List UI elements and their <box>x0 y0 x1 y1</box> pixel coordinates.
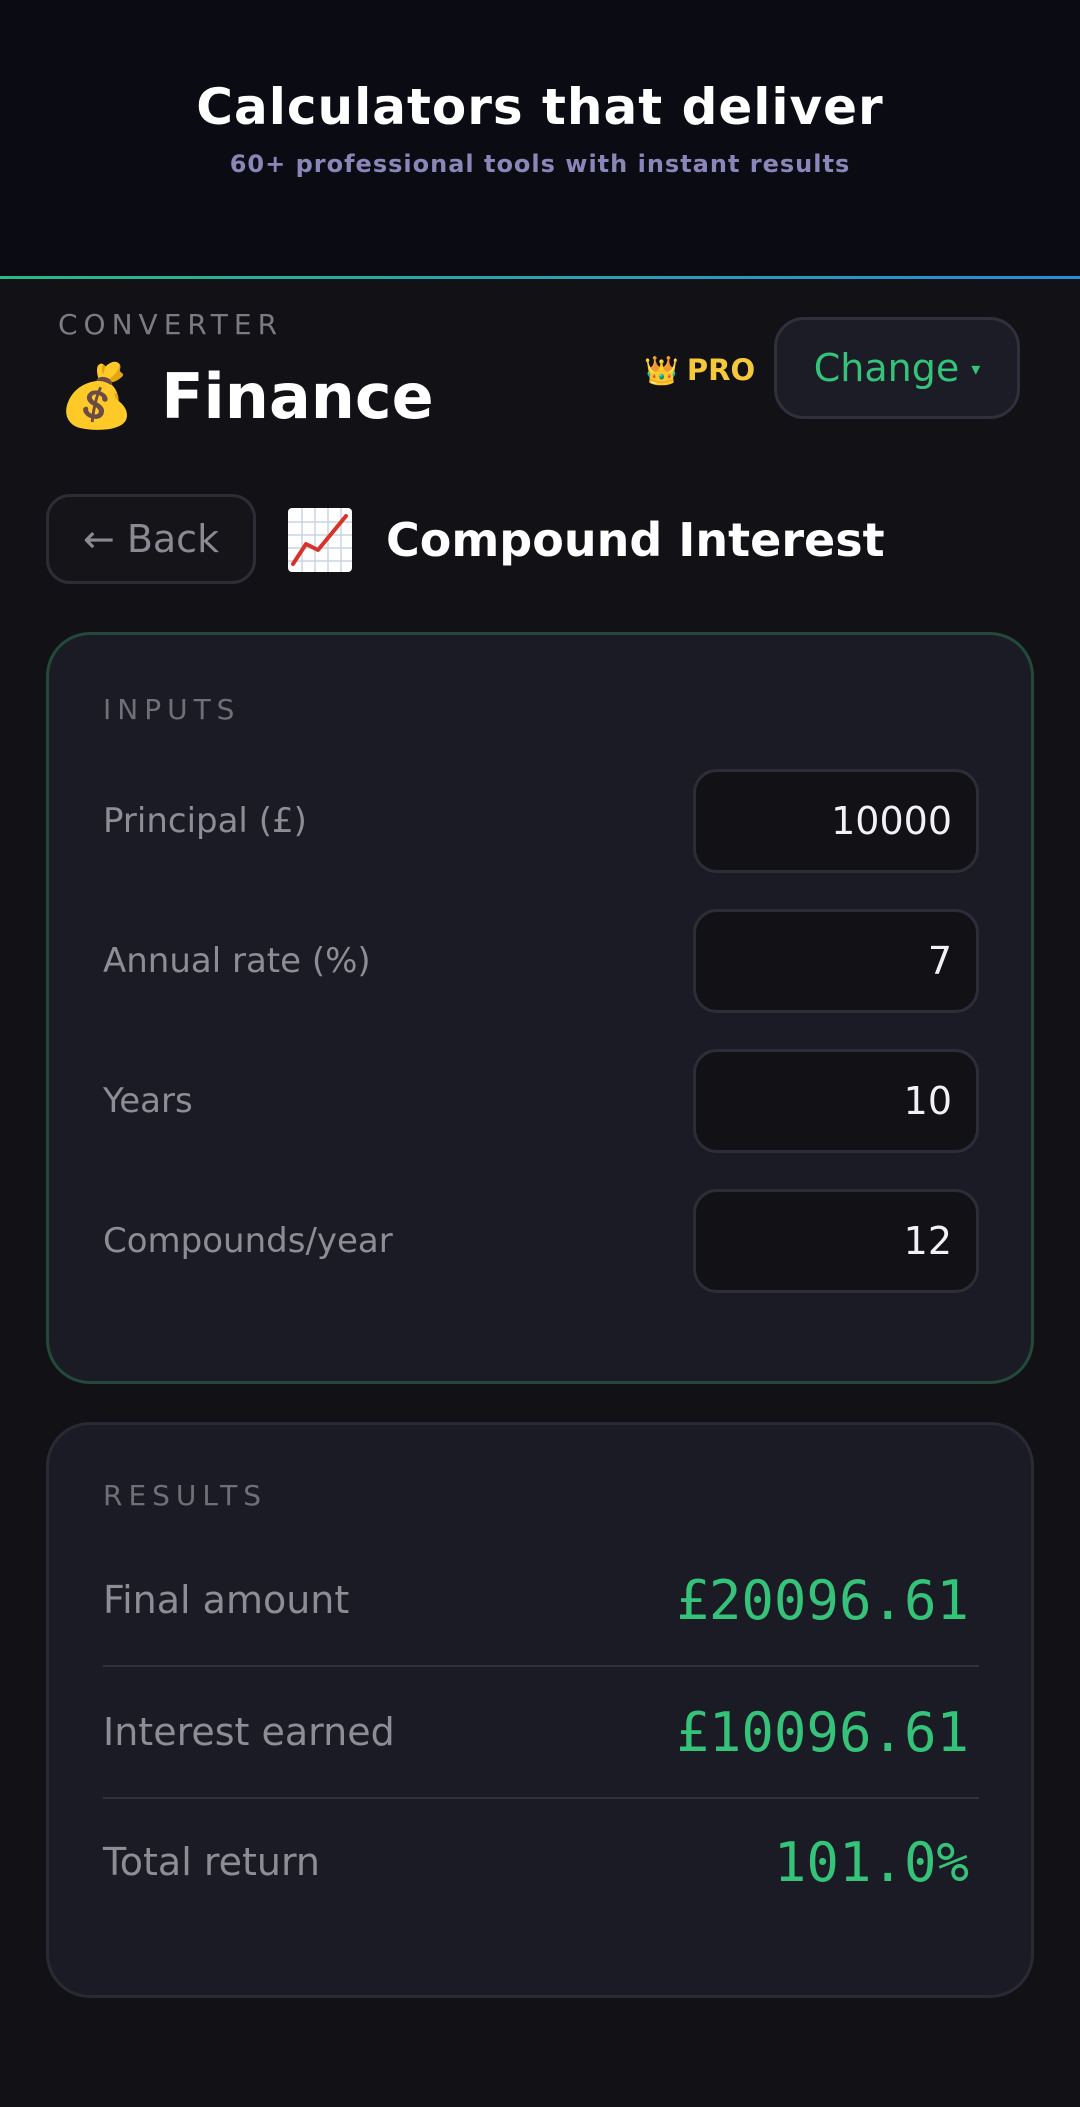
inputs-heading: INPUTS <box>103 693 241 726</box>
result-row-final-amount: Final amount £20096.61 <box>103 1535 979 1667</box>
years-input[interactable] <box>693 1049 979 1153</box>
principal-label: Principal (£) <box>103 801 307 841</box>
money-bag-icon: 💰 <box>58 359 136 432</box>
total-return-value: 101.0% <box>773 1830 969 1894</box>
input-row-principal: Principal (£) <box>103 769 979 873</box>
results-heading: RESULTS <box>103 1479 268 1512</box>
caret-down-icon: ▾ <box>971 358 981 380</box>
result-row-interest-earned: Interest earned £10096.61 <box>103 1667 979 1799</box>
annual-rate-label: Annual rate (%) <box>103 941 371 981</box>
category-eyebrow: CONVERTER <box>58 308 284 341</box>
principal-input[interactable] <box>693 769 979 873</box>
input-row-years: Years <box>103 1049 979 1153</box>
category-header: 💰 Finance <box>58 356 434 436</box>
pro-label: PRO <box>686 353 756 387</box>
final-amount-value: £20096.61 <box>676 1568 969 1632</box>
hero-title: Calculators that deliver <box>196 78 884 136</box>
back-button[interactable]: ← Back <box>46 494 256 584</box>
pro-badge: 👑 PRO <box>644 348 755 392</box>
years-label: Years <box>103 1081 193 1121</box>
final-amount-label: Final amount <box>103 1578 350 1622</box>
result-row-total-return: Total return 101.0% <box>103 1797 979 1927</box>
compounds-input[interactable] <box>693 1189 979 1293</box>
category-name: Finance <box>161 359 434 433</box>
compounds-label: Compounds/year <box>103 1221 393 1261</box>
interest-earned-label: Interest earned <box>103 1710 395 1754</box>
hero-subtitle: 60+ professional tools with instant resu… <box>229 150 851 178</box>
inputs-card: INPUTS Principal (£) Annual rate (%) Yea… <box>46 632 1034 1384</box>
input-row-rate: Annual rate (%) <box>103 909 979 1013</box>
total-return-label: Total return <box>103 1840 321 1884</box>
interest-earned-value: £10096.61 <box>676 1700 969 1764</box>
annual-rate-input[interactable] <box>693 909 979 1013</box>
calculator-title: Compound Interest <box>386 513 885 567</box>
chart-increasing-icon <box>288 508 352 572</box>
crown-icon: 👑 <box>644 353 679 387</box>
input-row-compounds: Compounds/year <box>103 1189 979 1293</box>
change-category-button[interactable]: Change ▾ <box>774 317 1020 419</box>
results-card: RESULTS Final amount £20096.61 Interest … <box>46 1422 1034 1998</box>
hero-banner: Calculators that deliver 60+ professiona… <box>0 0 1080 278</box>
back-button-label: ← Back <box>82 517 220 561</box>
hero-divider <box>0 276 1080 279</box>
change-button-label: Change <box>813 346 960 390</box>
